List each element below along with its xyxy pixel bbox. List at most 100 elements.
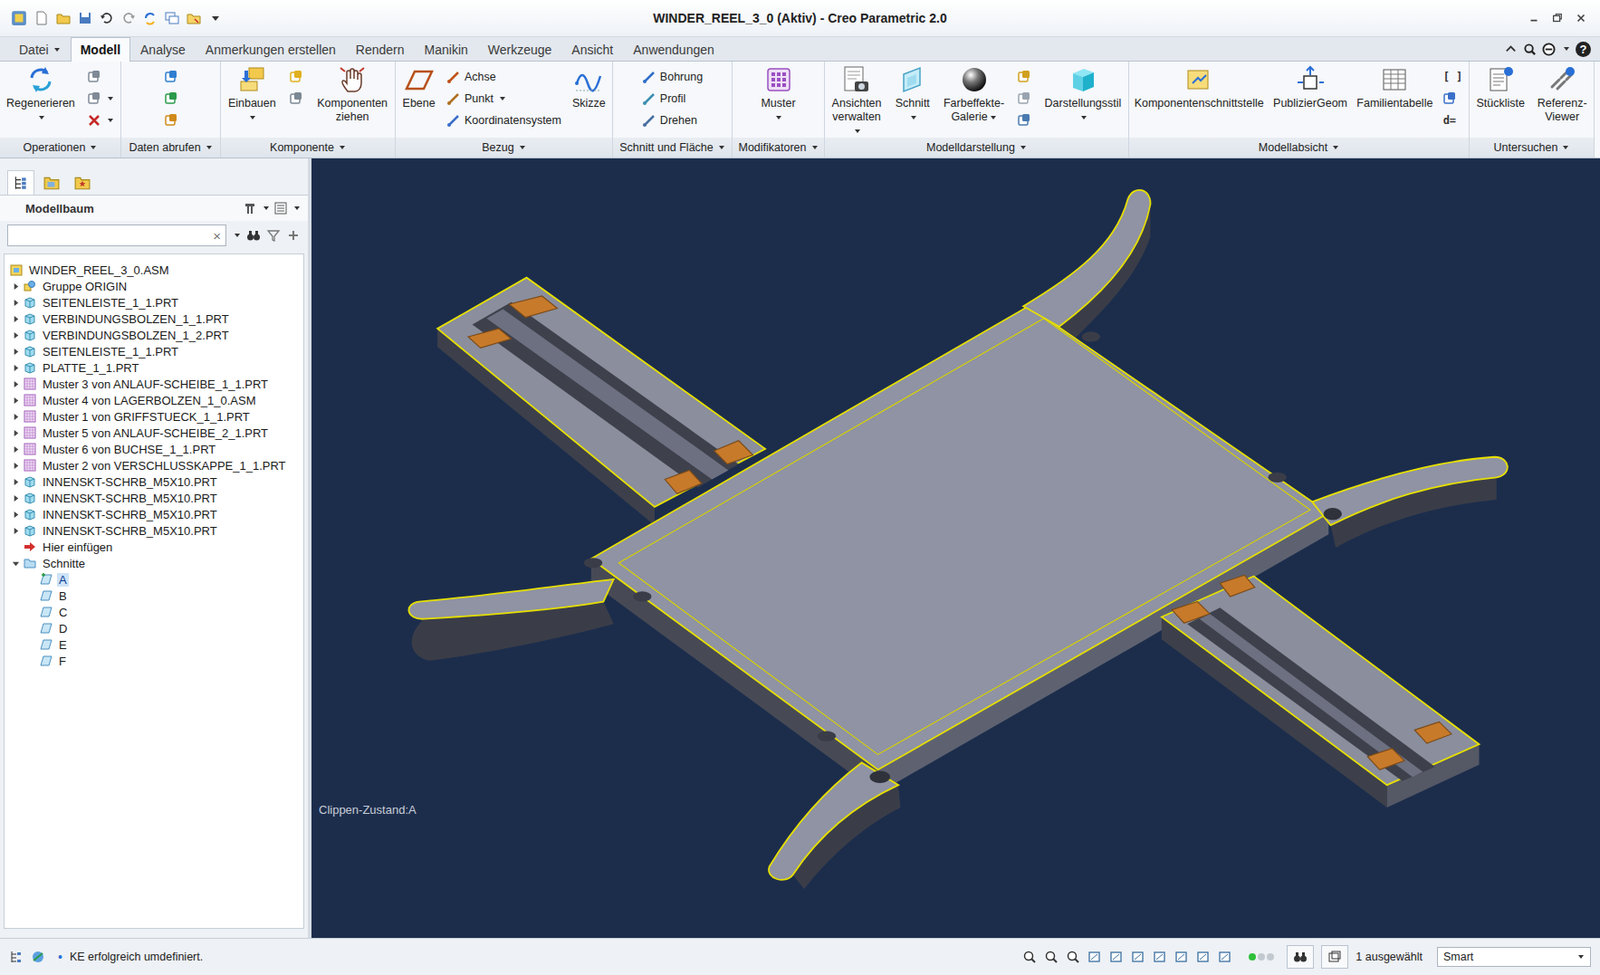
expand-icon[interactable]: [11, 429, 20, 438]
tree-item[interactable]: Muster 3 von ANLAUF-SCHEIBE_1_1.PRT: [4, 375, 304, 393]
ribbon-group-label[interactable]: Operationen: [0, 137, 121, 158]
datum-icon[interactable]: [1174, 949, 1189, 965]
ribbon-button[interactable]: Farbeffekte-Galerie: [943, 65, 1005, 125]
tree-item[interactable]: Hier einfügen: [4, 538, 304, 556]
windows-icon[interactable]: [164, 10, 180, 26]
ribbon-tab[interactable]: Analyse: [130, 38, 196, 61]
dropdown-icon[interactable]: [293, 204, 301, 212]
ribbon-icon-button[interactable]: [163, 88, 179, 108]
tree-item[interactable]: E: [4, 636, 304, 653]
ribbon-group-label[interactable]: Untersuchen: [1469, 137, 1594, 158]
add-icon[interactable]: [286, 228, 301, 243]
ribbon-button[interactable]: PublizierGeom: [1273, 65, 1348, 111]
ribbon-button[interactable]: d=: [1442, 110, 1457, 130]
ribbon-icon-button[interactable]: [86, 67, 102, 87]
model-tree-tab[interactable]: [7, 170, 35, 195]
tree-item[interactable]: VERBINDUNGSBOLZEN_1_1.PRT: [4, 310, 304, 327]
tree-item[interactable]: SEITENLEISTE_1_1.PRT: [4, 294, 304, 311]
selection-button[interactable]: [1321, 945, 1349, 969]
folder-browser-tab[interactable]: [38, 170, 66, 195]
ribbon-tab[interactable]: Modell: [70, 37, 131, 62]
ribbon-button[interactable]: Referenz-Viewer: [1537, 65, 1588, 125]
ribbon-icon-button[interactable]: [163, 67, 179, 87]
find-button[interactable]: [1286, 945, 1314, 969]
help-button[interactable]: ?: [1575, 41, 1591, 58]
navigator-toggle-icon[interactable]: [9, 949, 24, 965]
app-icon[interactable]: [10, 9, 28, 27]
display-icon[interactable]: [1130, 949, 1146, 965]
collapse-icon[interactable]: [11, 559, 20, 568]
zoom-out-icon[interactable]: [1065, 949, 1081, 965]
ribbon-tab[interactable]: Manikin: [414, 38, 479, 61]
redo-icon[interactable]: [121, 10, 136, 26]
ribbon-button[interactable]: Familientabelle: [1356, 65, 1433, 111]
close-icon[interactable]: [1574, 11, 1588, 25]
tree-item[interactable]: B: [4, 587, 304, 604]
favorites-tab[interactable]: [68, 170, 96, 195]
tree-item[interactable]: Muster 4 von LAGERBOLZEN_1_0.ASM: [4, 392, 304, 409]
ribbon-tab[interactable]: Rendern: [345, 38, 415, 61]
tree-item[interactable]: Muster 1 von GRIFFSTUECK_1_1.PRT: [4, 408, 304, 425]
tree-item[interactable]: Schnitte: [4, 555, 304, 572]
ribbon-button[interactable]: Einbauen: [228, 65, 277, 125]
minimize-icon[interactable]: [1527, 11, 1541, 25]
ribbon-group-label[interactable]: Modellabsicht: [1129, 137, 1469, 158]
tree-item[interactable]: PLATTE_1_1.PRT: [4, 359, 304, 376]
collapse-ribbon-icon[interactable]: [1504, 42, 1518, 57]
new-icon[interactable]: [34, 10, 49, 26]
tree-item[interactable]: Gruppe ORIGIN: [4, 277, 304, 295]
ribbon-tab[interactable]: Datei: [9, 38, 71, 61]
ribbon-button[interactable]: Komponentenschnittstelle: [1134, 65, 1265, 111]
expand-icon[interactable]: [11, 298, 20, 307]
tree-item[interactable]: WINDER_REEL_3_0.ASM: [4, 261, 304, 278]
zoom-in-icon[interactable]: [1044, 949, 1059, 965]
ribbon-icon-button[interactable]: [1016, 88, 1032, 108]
binoculars-icon[interactable]: [246, 228, 261, 243]
ribbon-group-label[interactable]: Modelldarstellung: [824, 137, 1129, 158]
annot-icon[interactable]: [1217, 949, 1233, 965]
tree-item[interactable]: Muster 2 von VERSCHLUSSKAPPE_1_1.PRT: [4, 457, 304, 474]
expand-icon[interactable]: [11, 331, 20, 340]
expand-icon[interactable]: [11, 364, 20, 373]
dropdown-icon[interactable]: [233, 231, 241, 240]
regen-icon[interactable]: [143, 10, 158, 26]
ribbon-group-label[interactable]: Komponente: [220, 137, 395, 158]
ribbon-icon-button[interactable]: [86, 110, 115, 130]
ribbon-button[interactable]: Regenerieren: [6, 65, 76, 125]
view-icon[interactable]: [1109, 949, 1124, 965]
expand-icon[interactable]: [11, 478, 20, 487]
tree-search-field[interactable]: ×: [7, 224, 227, 247]
tree-item[interactable]: INNENSKT-SCHRB_M5X10.PRT: [4, 522, 304, 539]
expand-icon[interactable]: [11, 347, 20, 356]
ribbon-group-label[interactable]: Schnitt und Fläche: [613, 137, 732, 158]
search-input[interactable]: [8, 229, 209, 243]
tree-item[interactable]: VERBINDUNGSBOLZEN_1_2.PRT: [4, 326, 304, 344]
tree-item[interactable]: SEITENLEISTE_1_1.PRT: [4, 343, 304, 360]
clear-button[interactable]: ×: [208, 228, 226, 244]
tree-item[interactable]: C: [4, 603, 304, 621]
save-icon[interactable]: [77, 10, 93, 26]
expand-icon[interactable]: [11, 412, 20, 422]
browser-toggle-icon[interactable]: [30, 949, 46, 965]
ribbon-button[interactable]: Stückliste: [1475, 65, 1525, 111]
settings-icon[interactable]: [242, 201, 258, 216]
expand-icon[interactable]: [11, 461, 20, 470]
expand-icon[interactable]: [11, 282, 20, 291]
show-icon[interactable]: [273, 201, 288, 216]
undo-icon[interactable]: [99, 10, 115, 26]
ribbon-group-label[interactable]: Bezug: [395, 137, 613, 158]
expand-icon[interactable]: [11, 510, 20, 519]
tree-item[interactable]: INNENSKT-SCHRB_M5X10.PRT: [4, 506, 304, 523]
tree-item[interactable]: INNENSKT-SCHRB_M5X10.PRT: [4, 473, 304, 490]
tree-item[interactable]: D: [4, 620, 304, 637]
expand-icon[interactable]: [11, 445, 20, 454]
ribbon-icon-button[interactable]: [1016, 67, 1032, 87]
ribbon-group-label[interactable]: Modifikatoren: [732, 137, 824, 158]
repaint-icon[interactable]: [1087, 949, 1102, 965]
orient-icon[interactable]: [1152, 949, 1168, 965]
tree-item[interactable]: A: [4, 571, 304, 588]
ribbon-tab[interactable]: Ansicht: [561, 38, 623, 61]
graphics-window[interactable]: Clippen-Zustand:A: [311, 158, 1600, 939]
ribbon-button[interactable]: Darstellungsstil: [1044, 65, 1122, 125]
ribbon-button[interactable]: [ ]: [1442, 67, 1465, 87]
